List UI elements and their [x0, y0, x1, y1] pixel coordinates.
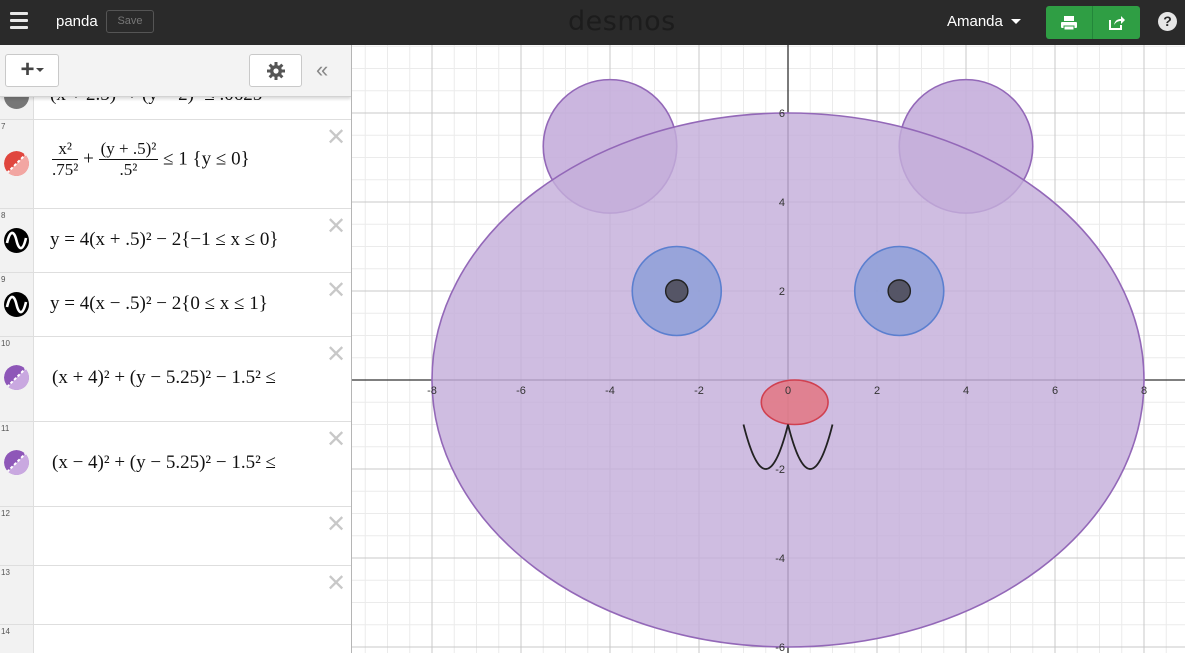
desmos-logo: desmos	[568, 6, 676, 37]
sidebar-toolbar: + «	[0, 45, 351, 97]
y-tick-label: -4	[775, 553, 785, 565]
expression-row[interactable]: (x + 2.5)² + (y − 2)² ≤ .0625	[0, 84, 351, 120]
x-tick-label: -4	[605, 385, 615, 397]
graph-svg[interactable]: -10-8-6-4-202468642-2-4-6	[352, 45, 1185, 653]
expression-sidebar: + « 7 x² .75² + (y + .5)² .5² ≤ 1 {y ≤ 0…	[0, 45, 352, 653]
gear-icon	[266, 61, 285, 80]
delete-expression-icon[interactable]: ✕	[326, 214, 346, 238]
expression-row[interactable]: 13 ✕	[0, 566, 351, 625]
save-button[interactable]: Save	[106, 10, 154, 33]
expression-gutter: 8	[0, 209, 34, 272]
expression-number: 7	[1, 122, 6, 131]
expression-math[interactable]: y = 4(x + .5)² − 2{−1 ≤ x ≤ 0}	[50, 229, 320, 251]
expression-gutter: 7	[0, 120, 34, 208]
expression-row[interactable]: 11 (x − 4)² + (y − 5.25)² − 1.5² ≤ ✕	[0, 422, 351, 507]
expression-number: 11	[1, 424, 10, 433]
graph-canvas[interactable]: -10-8-6-4-202468642-2-4-6	[352, 45, 1185, 653]
expression-number: 13	[1, 568, 10, 577]
hamburger-menu-icon[interactable]	[10, 12, 30, 32]
help-button[interactable]: ?	[1158, 12, 1177, 31]
shaded-circle-purple-icon[interactable]	[4, 450, 29, 475]
expression-math[interactable]: x² .75² + (y + .5)² .5² ≤ 1 {y ≤ 0}	[52, 139, 322, 180]
expression-gutter: 11	[0, 422, 34, 506]
caret-down-icon	[35, 68, 44, 72]
settings-button[interactable]	[249, 54, 302, 87]
expression-math[interactable]: (x + 4)² + (y − 5.25)² − 1.5² ≤	[52, 367, 322, 389]
print-share-group	[1046, 6, 1140, 39]
curve-black-icon[interactable]	[4, 292, 29, 317]
caret-down-icon	[1010, 19, 1021, 24]
x-tick-label: -2	[694, 385, 704, 397]
expression-row[interactable]: 14	[0, 625, 351, 653]
expression-number: 10	[1, 339, 10, 348]
y-tick-label: 4	[779, 197, 785, 209]
expression-gutter	[0, 84, 34, 119]
expression-gutter: 9	[0, 273, 34, 336]
delete-expression-icon[interactable]: ✕	[326, 571, 346, 595]
graph-title[interactable]: panda	[56, 13, 98, 30]
expression-row[interactable]: 9 y = 4(x − .5)² − 2{0 ≤ x ≤ 1} ✕	[0, 273, 351, 337]
fraction: (y + .5)² .5²	[98, 139, 159, 179]
delete-expression-icon[interactable]: ✕	[326, 512, 346, 536]
expression-math[interactable]: y = 4(x − .5)² − 2{0 ≤ x ≤ 1}	[50, 293, 320, 315]
top-bar: panda Save desmos Amanda ?	[0, 0, 1185, 45]
user-menu[interactable]: Amanda	[947, 13, 1021, 30]
y-tick-label: 6	[779, 108, 785, 120]
expression-number: 14	[1, 627, 10, 636]
expression-math[interactable]: (x − 4)² + (y − 5.25)² − 1.5² ≤	[52, 452, 322, 474]
expression-row[interactable]: 8 y = 4(x + .5)² − 2{−1 ≤ x ≤ 0} ✕	[0, 209, 351, 273]
expression-number: 9	[1, 275, 6, 284]
expression-gutter: 14	[0, 625, 34, 653]
delete-expression-icon[interactable]: ✕	[326, 278, 346, 302]
expression-list: (x + 2.5)² + (y − 2)² ≤ .0625 7 x².75² +…	[0, 84, 351, 653]
expression-gutter: 13	[0, 566, 34, 624]
delete-expression-icon[interactable]: ✕	[326, 342, 346, 366]
y-tick-label: 2	[779, 286, 785, 298]
expression-row[interactable]: 10 (x + 4)² + (y − 5.25)² − 1.5² ≤ ✕	[0, 337, 351, 422]
share-icon	[1108, 15, 1125, 30]
user-name: Amanda	[947, 13, 1003, 30]
expression-row[interactable]: 7 x² .75² + (y + .5)² .5² ≤ 1 {y ≤ 0} ✕	[0, 120, 351, 209]
print-button[interactable]	[1046, 6, 1093, 39]
pupil-circle	[664, 279, 689, 303]
delete-expression-icon[interactable]: ✕	[326, 427, 346, 451]
expression-gutter: 10	[0, 337, 34, 421]
collapse-sidebar-button[interactable]: «	[316, 57, 328, 83]
pupil-circle	[887, 279, 912, 303]
print-icon	[1061, 15, 1077, 30]
expression-row[interactable]: 12 ✕	[0, 507, 351, 566]
y-tick-label: -2	[775, 464, 785, 476]
shaded-circle-purple-icon[interactable]	[4, 365, 29, 390]
x-tick-label: 4	[963, 385, 969, 397]
nose-ellipse	[760, 379, 829, 426]
x-tick-label: 6	[1052, 385, 1058, 397]
x-tick-label: 0	[785, 385, 791, 397]
y-tick-label: -6	[775, 642, 785, 653]
share-button[interactable]	[1093, 6, 1140, 39]
x-tick-label: -6	[516, 385, 526, 397]
fraction: x² .75²	[52, 139, 79, 179]
expression-number: 12	[1, 509, 10, 518]
curve-black-icon[interactable]	[4, 228, 29, 253]
shaded-ellipse-red-icon[interactable]	[4, 151, 29, 176]
expression-gutter: 12	[0, 507, 34, 565]
x-tick-label: 8	[1141, 385, 1147, 397]
x-tick-label: 2	[874, 385, 880, 397]
x-tick-label: -8	[427, 385, 437, 397]
delete-expression-icon[interactable]: ✕	[326, 125, 346, 149]
add-item-button[interactable]: +	[5, 54, 59, 87]
expression-number: 8	[1, 211, 6, 220]
